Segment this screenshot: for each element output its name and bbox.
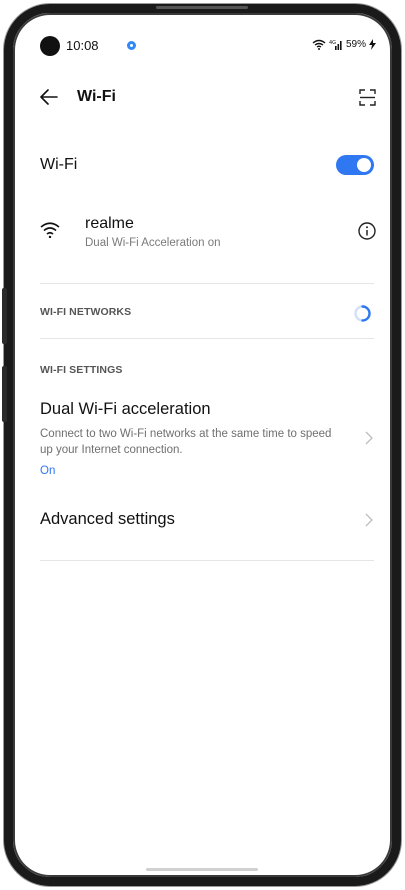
top-speaker-slot bbox=[156, 6, 248, 9]
divider bbox=[40, 283, 374, 284]
dual-wifi-title: Dual Wi-Fi acceleration bbox=[40, 400, 211, 418]
back-arrow-icon[interactable] bbox=[40, 89, 58, 105]
notification-dot-icon bbox=[127, 41, 136, 50]
network-status: Dual Wi-Fi Acceleration on bbox=[85, 237, 221, 249]
side-button-upper bbox=[2, 288, 7, 344]
scan-icon[interactable] bbox=[359, 89, 376, 106]
info-icon[interactable] bbox=[358, 222, 376, 240]
wifi-networks-header: WI-FI NETWORKS bbox=[40, 306, 132, 318]
cellular-signal-icon: 4G bbox=[329, 40, 342, 50]
wifi-toggle-label: Wi-Fi bbox=[40, 156, 78, 173]
wifi-toggle-switch[interactable] bbox=[336, 155, 374, 175]
wifi-settings-header: WI-FI SETTINGS bbox=[40, 364, 123, 376]
page-title: Wi-Fi bbox=[77, 88, 116, 105]
divider bbox=[40, 560, 374, 561]
dual-wifi-status: On bbox=[40, 465, 56, 477]
advanced-settings-title: Advanced settings bbox=[40, 510, 175, 528]
svg-text:4G: 4G bbox=[329, 40, 336, 46]
status-time: 10:08 bbox=[66, 38, 99, 53]
toggle-knob bbox=[357, 158, 371, 172]
divider bbox=[40, 338, 374, 339]
status-bar: 10:08 4G 59% bbox=[40, 36, 376, 58]
front-camera bbox=[40, 36, 60, 56]
wifi-status-icon bbox=[312, 39, 326, 50]
battery-percentage: 59% bbox=[345, 39, 366, 50]
connected-network-item[interactable]: realme Dual Wi-Fi Acceleration on bbox=[40, 214, 376, 258]
dual-wifi-description: Connect to two Wi-Fi networks at the sam… bbox=[40, 428, 332, 456]
charging-bolt-icon bbox=[369, 39, 376, 50]
loading-spinner-icon bbox=[354, 305, 371, 322]
wifi-toggle-row: Wi-Fi bbox=[40, 152, 376, 180]
side-button-lower bbox=[2, 366, 7, 422]
network-name: realme bbox=[85, 215, 134, 232]
chevron-right-icon bbox=[365, 431, 373, 445]
home-indicator[interactable] bbox=[146, 868, 258, 871]
status-indicators: 4G 59% bbox=[312, 39, 376, 50]
wifi-signal-icon bbox=[40, 222, 60, 238]
header: Wi-Fi bbox=[40, 86, 376, 112]
chevron-right-icon bbox=[365, 513, 373, 527]
